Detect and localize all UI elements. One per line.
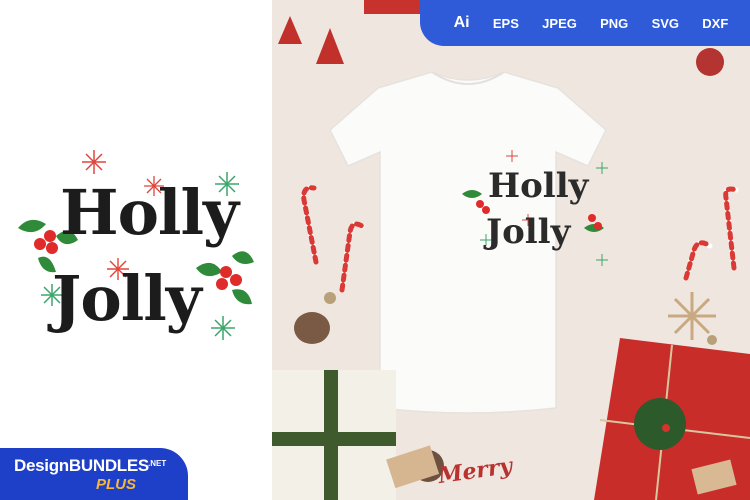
design-preview-panel: Holly Jolly [0,0,272,500]
candy-cane-icon [339,221,365,293]
design-decorations [18,150,254,340]
brand-name-part1: Design [14,456,69,475]
gift-box-icon [364,0,428,14]
brand-name: DesignBUNDLES [14,456,149,476]
snowflake-ornament-icon [668,292,716,340]
pine-cone-icon [294,312,330,344]
sparkle-icon [211,316,235,340]
format-svg: SVG [651,15,680,31]
candy-cane-icon [683,240,713,281]
format-eps: EPS [492,15,519,31]
design-title-line2: Jolly [52,262,202,335]
ribbon-spool-icon [696,48,724,76]
bell-icon [707,335,717,345]
brand-plus: PLUS [96,476,137,493]
tshirt-title-line2: Jolly [486,212,571,252]
tree-ornament-icon [278,16,344,64]
file-format-bar: Ai EPS JPEG PNG SVG DXF [420,0,750,46]
holly-berry-icon [34,230,58,254]
brand-tld: .NET [148,459,167,468]
sparkle-icon [82,150,106,174]
brand-logo-badge: DesignBUNDLES .NET PLUS [0,448,188,500]
tshirt-title-line1: Holly [488,166,589,206]
format-ai: Ai [453,14,470,31]
brand-name-part2: BUNDLES [68,456,149,475]
bell-icon [324,292,336,304]
candy-cane-icon [723,186,739,271]
tshirt-mockup-panel: Holly Jolly Merry [272,0,750,500]
pine-sprig-icon [634,398,686,450]
candy-cane-icon [301,185,319,265]
format-dxf: DXF [702,15,729,31]
format-png: PNG [600,15,629,31]
design-title-line1: Holly [60,176,239,249]
format-jpeg: JPEG [542,15,577,31]
